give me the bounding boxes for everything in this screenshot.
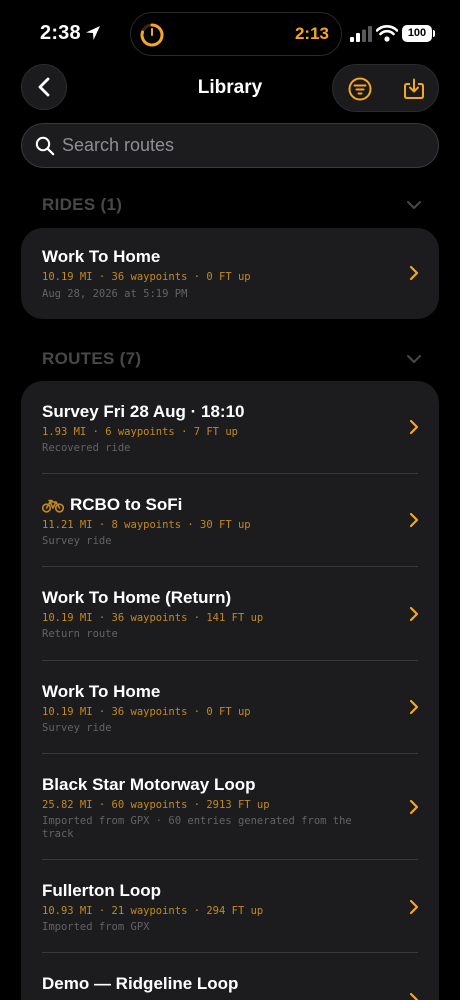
route-meta: 10.19 MI · 36 waypoints · 0 FT up bbox=[42, 706, 251, 718]
route-row[interactable]: Work To Home 10.19 MI · 36 waypoints · 0… bbox=[21, 661, 439, 753]
route-row[interactable]: Demo — Ridgeline Loop bbox=[21, 953, 439, 1000]
route-subtitle: Survey ride bbox=[42, 535, 112, 547]
routes-card: Survey Fri 28 Aug · 18:10 1.93 MI · 6 wa… bbox=[21, 381, 439, 1000]
route-title: Work To Home (Return) bbox=[42, 588, 232, 607]
route-subtitle: Recovered ride bbox=[42, 442, 131, 454]
chevron-right-icon bbox=[409, 265, 419, 281]
dynamic-island[interactable]: 2:13 bbox=[130, 12, 342, 56]
nav-header: Library bbox=[0, 64, 460, 112]
route-row[interactable]: Work To Home (Return) 10.19 MI · 36 wayp… bbox=[21, 567, 439, 660]
route-title-wrap: RCBO to SoFi bbox=[42, 495, 182, 515]
route-row[interactable]: Survey Fri 28 Aug · 18:10 1.93 MI · 6 wa… bbox=[21, 381, 439, 473]
route-meta: 25.82 MI · 60 waypoints · 2913 FT up bbox=[42, 799, 270, 811]
ride-meta: 10.19 MI · 36 waypoints · 0 FT up bbox=[42, 271, 251, 283]
wifi-icon bbox=[376, 25, 398, 42]
chevron-right-icon bbox=[409, 799, 419, 815]
filter-button[interactable] bbox=[333, 65, 386, 113]
chevron-down-icon bbox=[407, 201, 421, 209]
island-timer: 2:13 bbox=[294, 24, 329, 43]
import-button[interactable] bbox=[387, 65, 440, 113]
route-meta: 10.19 MI · 36 waypoints · 141 FT up bbox=[42, 612, 264, 624]
chevron-down-icon bbox=[407, 355, 421, 363]
chevron-right-icon bbox=[409, 699, 419, 715]
status-time: 2:38 bbox=[40, 22, 81, 44]
status-bar: 2:38 2:13 100 bbox=[0, 0, 460, 62]
route-title: Fullerton Loop bbox=[42, 881, 161, 900]
route-row[interactable]: Fullerton Loop 10.93 MI · 21 waypoints ·… bbox=[21, 860, 439, 952]
route-meta: 10.93 MI · 21 waypoints · 294 FT up bbox=[42, 905, 264, 917]
chevron-right-icon bbox=[409, 992, 419, 1000]
routes-section-header[interactable]: ROUTES (7) bbox=[42, 349, 422, 373]
route-title: Demo — Ridgeline Loop bbox=[42, 974, 239, 993]
route-subtitle: Imported from GPX · 60 entries generated… bbox=[42, 815, 352, 840]
timer-ring-icon bbox=[140, 23, 164, 47]
battery-indicator: 100 bbox=[402, 25, 432, 42]
rides-section-title: RIDES (1) bbox=[42, 195, 123, 214]
search-input[interactable] bbox=[62, 124, 422, 167]
route-title: Survey Fri 28 Aug · 18:10 bbox=[42, 402, 245, 421]
route-title: Black Star Motorway Loop bbox=[42, 775, 256, 794]
routes-section-title: ROUTES (7) bbox=[42, 349, 142, 368]
library-screen: 2:38 2:13 100 Library Search routes RIDE… bbox=[0, 0, 460, 1000]
bicycle-icon bbox=[42, 499, 64, 513]
chevron-right-icon bbox=[409, 899, 419, 915]
header-actions bbox=[332, 64, 439, 112]
route-subtitle: Survey ride bbox=[42, 722, 112, 734]
search-icon bbox=[35, 136, 55, 156]
battery-tip bbox=[433, 30, 435, 37]
cellular-signal-icon bbox=[350, 26, 372, 42]
ride-row[interactable]: Work To Home 10.19 MI · 36 waypoints · 0… bbox=[21, 228, 439, 319]
chevron-right-icon bbox=[409, 419, 419, 435]
route-subtitle: Imported from GPX bbox=[42, 921, 150, 933]
ride-title: Work To Home bbox=[42, 247, 161, 266]
rides-card: Work To Home 10.19 MI · 36 waypoints · 0… bbox=[21, 228, 439, 319]
chevron-right-icon bbox=[409, 512, 419, 528]
search-bar[interactable] bbox=[21, 123, 439, 168]
route-title: Work To Home bbox=[42, 682, 161, 701]
filter-icon bbox=[348, 77, 371, 101]
chevron-right-icon bbox=[409, 606, 419, 622]
route-meta: 1.93 MI · 6 waypoints · 7 FT up bbox=[42, 426, 238, 438]
location-arrow-icon bbox=[86, 26, 100, 40]
ride-date: Aug 28, 2026 at 5:19 PM bbox=[42, 288, 188, 300]
route-meta: 11.21 MI · 8 waypoints · 30 FT up bbox=[42, 519, 251, 531]
tray-download-icon bbox=[403, 78, 424, 99]
route-title: RCBO to SoFi bbox=[70, 495, 183, 514]
rides-section-header[interactable]: RIDES (1) bbox=[42, 195, 422, 219]
route-row[interactable]: RCBO to SoFi 11.21 MI · 8 waypoints · 30… bbox=[21, 474, 439, 566]
route-row[interactable]: Black Star Motorway Loop 25.82 MI · 60 w… bbox=[21, 754, 439, 858]
route-subtitle: Return route bbox=[42, 628, 118, 640]
